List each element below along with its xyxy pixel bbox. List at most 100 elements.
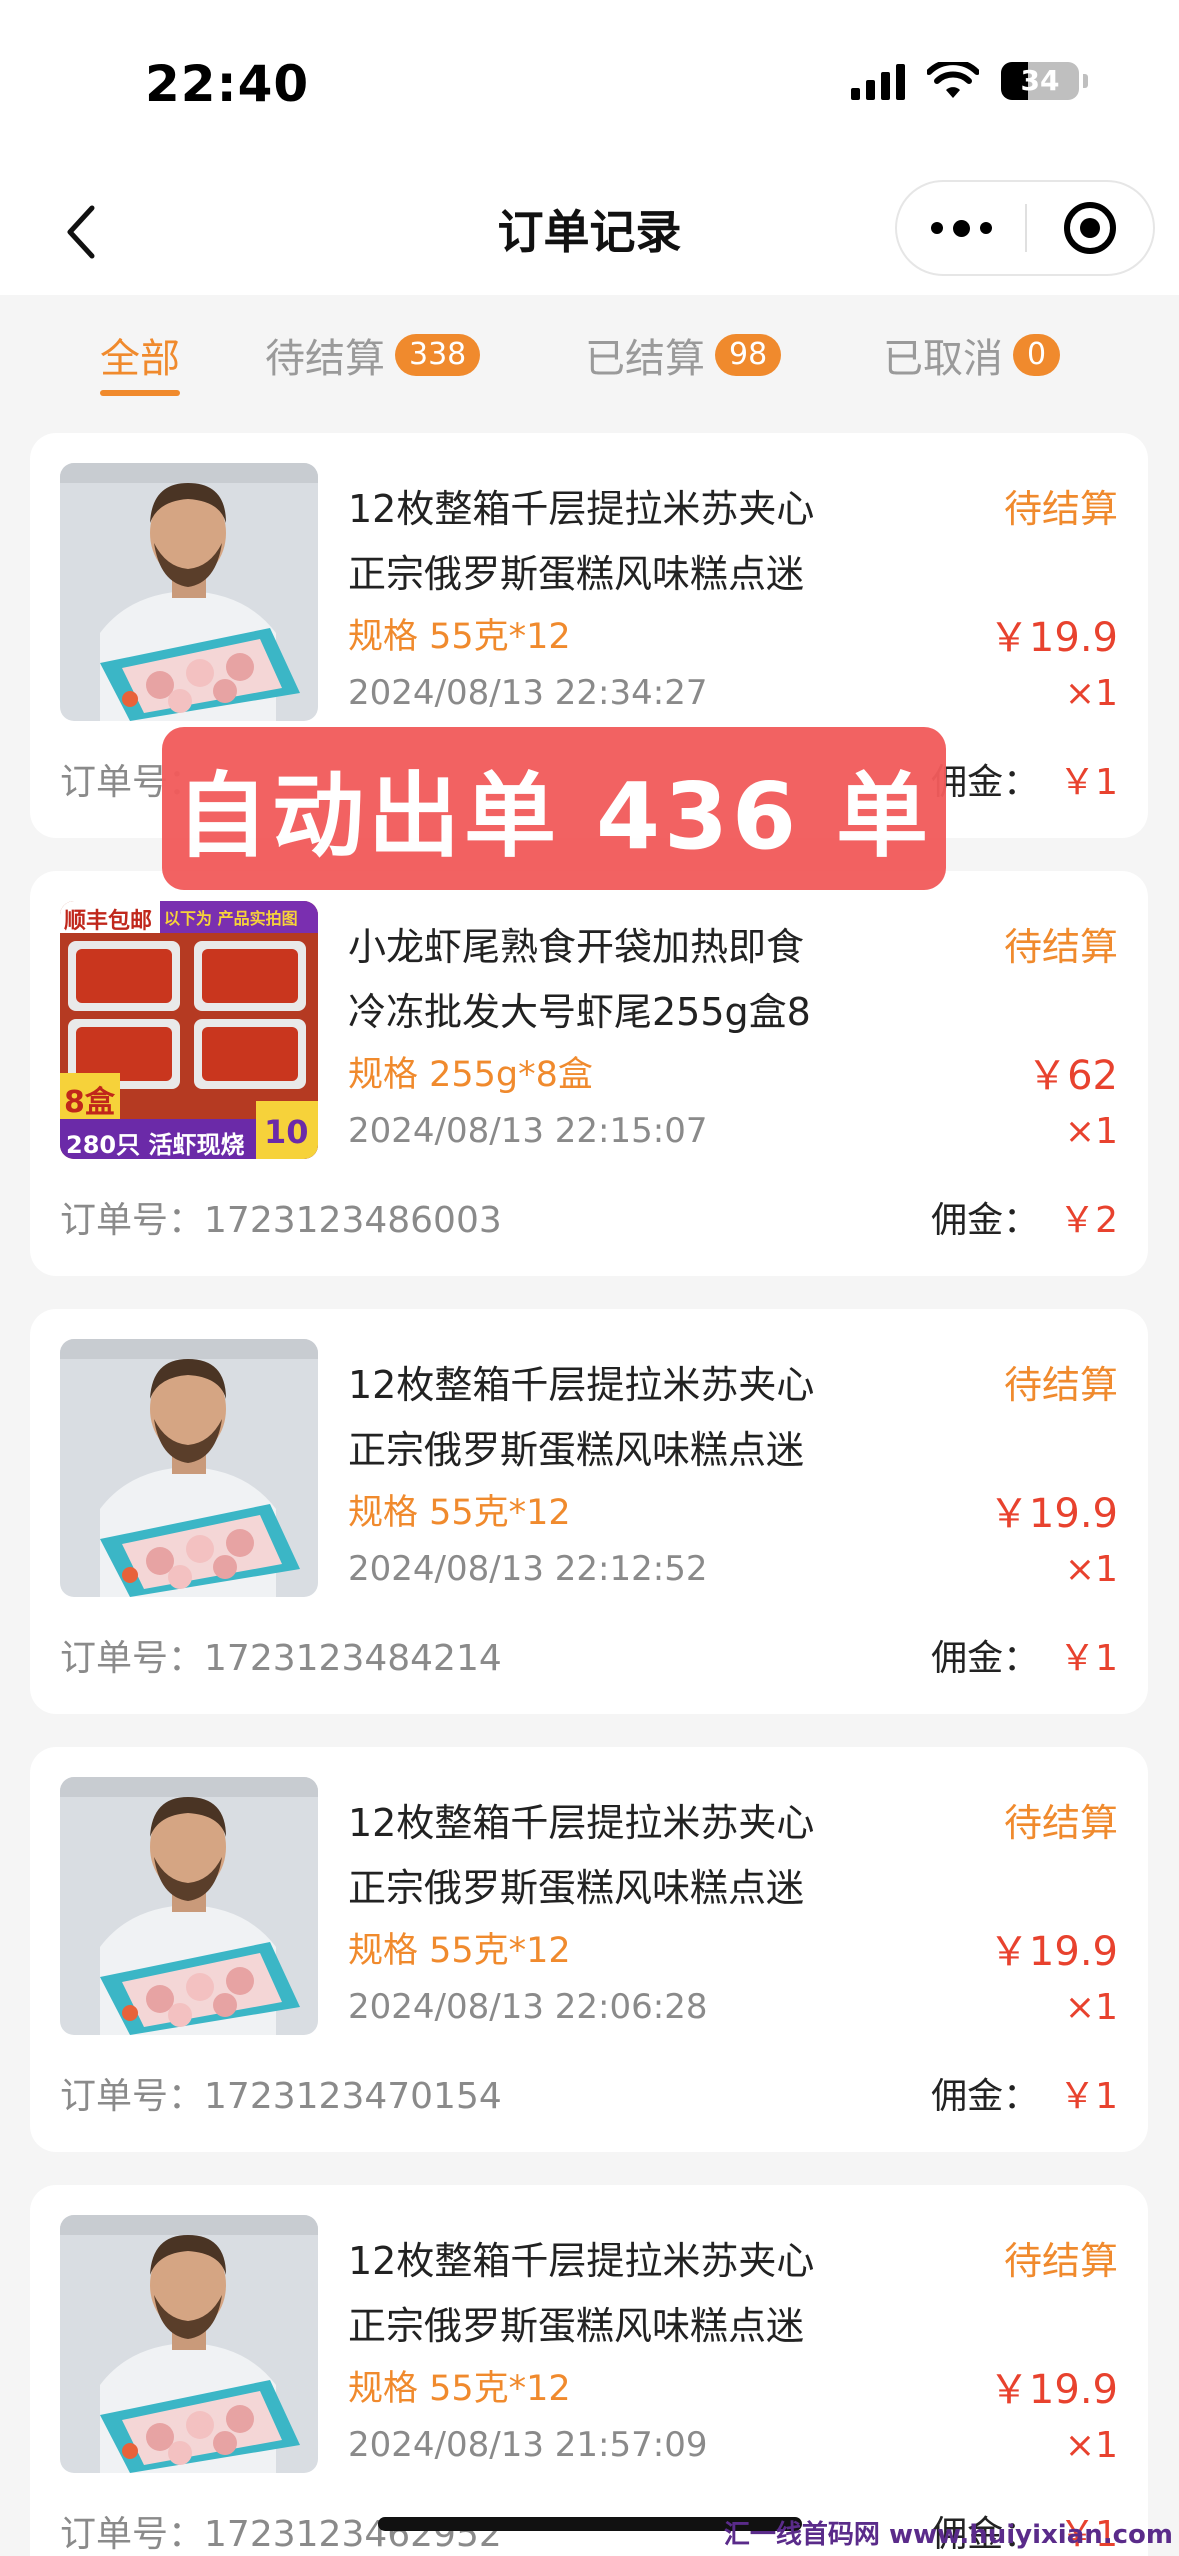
product-image: [60, 1339, 318, 1597]
commission-value: ￥1: [1059, 762, 1118, 803]
order-number-label: 订单号：: [60, 2514, 205, 2555]
order-number: 订单号：1723123486003: [60, 1191, 502, 1243]
order-date: 2024/08/13 22:15:07: [348, 1111, 708, 1151]
product-spec: 规格 55克*12: [348, 2369, 571, 2409]
order-number: 订单号：1723123470154: [60, 2067, 502, 2119]
tab-settled[interactable]: 已结算 98: [585, 320, 782, 390]
more-button[interactable]: [897, 182, 1025, 274]
order-status: 待结算: [1003, 487, 1118, 531]
product-title-line2: 正宗俄罗斯蛋糕风味糕点迷: [348, 1866, 805, 1910]
order-status: 待结算: [1003, 925, 1118, 969]
order-price: ￥19.9: [988, 615, 1118, 661]
close-miniprogram-button[interactable]: [1027, 182, 1153, 274]
tab-cancelled[interactable]: 已取消 0: [883, 320, 1061, 390]
commission-value: ￥1: [1059, 1638, 1118, 1679]
order-card[interactable]: 12枚整箱千层提拉米苏夹心 正宗俄罗斯蛋糕风味糕点迷 规格 55克*12 202…: [30, 1747, 1148, 2152]
order-number-label: 订单号：: [60, 1638, 205, 1679]
miniprogram-capsule: [895, 180, 1155, 276]
order-number-label: 订单号：: [60, 1200, 205, 1241]
commission-label: 佣金：: [931, 762, 1040, 803]
battery-icon: 34: [1001, 62, 1088, 100]
order-date: 2024/08/13 22:12:52: [348, 1549, 708, 1589]
order-date: 2024/08/13 22:34:27: [348, 673, 708, 713]
status-bar: 22:40 34: [0, 0, 1179, 170]
product-title-line1: 12枚整箱千层提拉米苏夹心: [348, 487, 815, 531]
order-number-value: 1723123470154: [204, 2076, 502, 2117]
order-quantity: ×1: [1064, 1549, 1118, 1590]
commission: 佣金： ￥1: [931, 1629, 1118, 1681]
product-title-line1: 12枚整箱千层提拉米苏夹心: [348, 1801, 815, 1845]
image-promo: 以下为 产品实拍图: [164, 909, 298, 928]
wifi-icon: [927, 62, 979, 98]
commission-value: ￥2: [1059, 1200, 1118, 1241]
commission: 佣金： ￥1: [931, 753, 1118, 805]
promo-overlay-banner: 自动出单 436 单: [162, 727, 946, 890]
order-price: ￥19.9: [988, 2367, 1118, 2413]
order-tabs: 全部 待结算 338 已结算 98 已取消 0: [0, 320, 1179, 400]
tab-active-indicator: [100, 390, 180, 396]
image-tag: 顺丰包邮: [64, 909, 153, 934]
order-card[interactable]: 12枚整箱千层提拉米苏夹心 正宗俄罗斯蛋糕风味糕点迷 规格 55克*12 202…: [30, 1309, 1148, 1714]
commission: 佣金： ￥1: [931, 2067, 1118, 2119]
tab-all[interactable]: 全部: [100, 320, 180, 396]
tab-label: 待结算: [265, 336, 385, 382]
commission-value: ￥1: [1059, 2076, 1118, 2117]
count-badge: 98: [715, 334, 782, 376]
commission: 佣金： ￥2: [931, 1191, 1118, 1243]
order-number: 订单号：1723123484214: [60, 1629, 502, 1681]
product-title-line2: 正宗俄罗斯蛋糕风味糕点迷: [348, 2304, 805, 2348]
tab-label: 已结算: [585, 336, 705, 382]
more-dots-icon: [930, 222, 943, 234]
order-card[interactable]: 顺丰包邮 以下为 产品实拍图 8盒 280只 活虾现烧 10 小龙虾尾熟食开袋加…: [30, 871, 1148, 1276]
product-image: 顺丰包邮 以下为 产品实拍图 8盒 280只 活虾现烧 10: [60, 901, 318, 1159]
count-badge: 338: [395, 334, 481, 376]
product-image: [60, 463, 318, 721]
count-badge: 0: [1013, 334, 1061, 376]
image-bottom: 280只 活虾现烧: [66, 1131, 245, 1159]
order-date: 2024/08/13 22:06:28: [348, 1987, 708, 2027]
product-spec: 规格 55克*12: [348, 1493, 571, 1533]
product-image: [60, 2215, 318, 2473]
order-quantity: ×1: [1064, 673, 1118, 714]
battery-level: 34: [1020, 64, 1060, 97]
product-spec: 规格 255g*8盒: [348, 1055, 593, 1095]
order-quantity: ×1: [1064, 1111, 1118, 1152]
order-number-value: 1723123486003: [204, 1200, 502, 1241]
order-date: 2024/08/13 21:57:09: [348, 2425, 708, 2465]
order-card[interactable]: 12枚整箱千层提拉米苏夹心 正宗俄罗斯蛋糕风味糕点迷 规格 55克*12 202…: [30, 2185, 1148, 2556]
tab-label: 全部: [100, 336, 180, 382]
order-price: ￥19.9: [988, 1491, 1118, 1537]
promo-overlay-text: 自动出单 436 单: [175, 763, 933, 870]
order-status: 待结算: [1003, 1801, 1118, 1845]
image-price-hint: 10: [264, 1113, 309, 1151]
image-count: 8盒: [64, 1085, 115, 1120]
commission-label: 佣金：: [931, 1200, 1040, 1241]
product-spec: 规格 55克*12: [348, 617, 571, 657]
product-title-line1: 12枚整箱千层提拉米苏夹心: [348, 1363, 815, 1407]
nav-bar: 订单记录: [0, 170, 1179, 295]
product-title-line1: 12枚整箱千层提拉米苏夹心: [348, 2239, 815, 2283]
commission-label: 佣金：: [931, 2076, 1040, 2117]
target-close-icon: [1063, 202, 1116, 254]
order-status: 待结算: [1003, 2239, 1118, 2283]
commission-label: 佣金：: [931, 1638, 1040, 1679]
status-time: 22:40: [145, 55, 310, 113]
tab-label: 已取消: [883, 336, 1003, 382]
status-icons: 34: [851, 62, 1088, 100]
product-title-line2: 正宗俄罗斯蛋糕风味糕点迷: [348, 552, 805, 596]
tab-pending[interactable]: 待结算 338: [265, 320, 481, 390]
signal-icon: [851, 62, 905, 100]
product-title-line2: 冷冻批发大号虾尾255g盒8: [348, 990, 811, 1034]
product-spec: 规格 55克*12: [348, 1931, 571, 1971]
order-number-value: 1723123484214: [204, 1638, 502, 1679]
product-image: [60, 1777, 318, 2035]
watermark: 汇一线首码网 www.huiyixian.com: [723, 2520, 1173, 2550]
order-quantity: ×1: [1064, 1987, 1118, 2028]
product-title-line2: 正宗俄罗斯蛋糕风味糕点迷: [348, 1428, 805, 1472]
product-title-line1: 小龙虾尾熟食开袋加热即食: [348, 925, 805, 969]
order-price: ￥62: [1027, 1053, 1118, 1099]
order-status: 待结算: [1003, 1363, 1118, 1407]
order-number-label: 订单号：: [60, 2076, 205, 2117]
order-price: ￥19.9: [988, 1929, 1118, 1975]
order-quantity: ×1: [1064, 2425, 1118, 2466]
